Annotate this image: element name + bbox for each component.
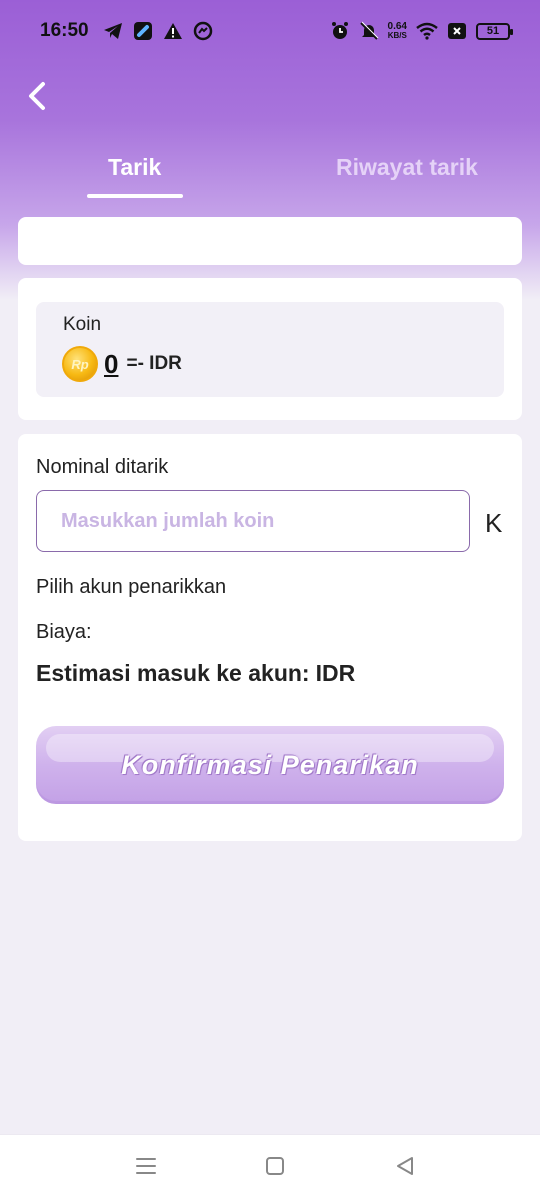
chevron-left-icon <box>26 81 50 116</box>
select-account-label[interactable]: Pilih akun penarikkan <box>36 576 226 599</box>
fee-separator: : <box>86 621 92 643</box>
withdraw-form-card: Nominal ditarik K Pilih akun penarikkan … <box>18 434 522 841</box>
wifi-icon <box>416 22 438 40</box>
telegram-icon <box>103 22 123 40</box>
fee-label-text: Biaya <box>36 621 87 643</box>
back-button[interactable] <box>18 78 58 118</box>
tab-riwayat-tarik[interactable]: Riwayat tarik <box>336 154 478 181</box>
tab-tarik[interactable]: Tarik <box>108 154 161 181</box>
back-triangle-icon <box>394 1155 416 1182</box>
blank-info-card <box>18 217 522 265</box>
network-speed-value: 0.64 <box>387 21 407 32</box>
amount-input[interactable] <box>36 490 470 552</box>
coin-icon: Rp <box>62 346 98 382</box>
confirm-withdraw-label: Konfirmasi Penarikan <box>121 749 419 780</box>
recent-apps-button[interactable] <box>133 1155 159 1181</box>
fee-label: Biaya: <box>36 621 92 644</box>
system-nav-bar <box>0 1134 540 1200</box>
home-square-icon <box>264 1155 286 1182</box>
menu-icon <box>135 1156 157 1181</box>
battery-level: 51 <box>486 25 500 37</box>
system-back-button[interactable] <box>392 1155 418 1181</box>
status-time: 16:50 <box>40 20 89 41</box>
coin-icon-text: Rp <box>71 356 89 372</box>
sim-x-icon <box>447 22 467 40</box>
estimate-row: Estimasi masuk ke akun: IDR <box>36 660 361 687</box>
status-system-icons: 0.64 KB/S 51 <box>330 21 513 41</box>
battery-icon: 51 <box>476 22 513 40</box>
messenger-icon <box>193 21 213 41</box>
nominal-label: Nominal ditarik <box>36 456 169 478</box>
network-speed: 0.64 KB/S <box>387 21 407 41</box>
mute-bell-icon <box>359 21 379 41</box>
coin-amount: 0 <box>104 348 119 379</box>
coin-balance-row: Rp 0 =- IDR <box>62 346 182 382</box>
estimate-label: Estimasi masuk ke akun: <box>36 660 310 686</box>
tab-bar: Tarik Riwayat tarik <box>0 140 540 200</box>
app-square-icon <box>133 21 153 41</box>
coin-conversion: =- IDR <box>126 353 182 374</box>
network-speed-unit: KB/S <box>387 31 407 40</box>
estimate-currency: IDR <box>315 660 356 686</box>
coin-label: Koin <box>63 314 102 335</box>
unit-label: K <box>485 508 503 538</box>
status-notification-icons <box>103 21 213 41</box>
confirm-withdraw-button[interactable]: Konfirmasi Penarikan <box>36 726 504 804</box>
coin-balance-panel: Koin Rp 0 =- IDR <box>36 302 504 397</box>
coin-balance-card: Koin Rp 0 =- IDR <box>18 278 522 420</box>
warning-icon <box>163 22 183 40</box>
alarm-icon <box>330 21 350 41</box>
active-tab-indicator <box>87 194 183 198</box>
home-button[interactable] <box>262 1155 288 1181</box>
status-bar: 16:50 0.64 KB/S 51 <box>0 0 540 62</box>
